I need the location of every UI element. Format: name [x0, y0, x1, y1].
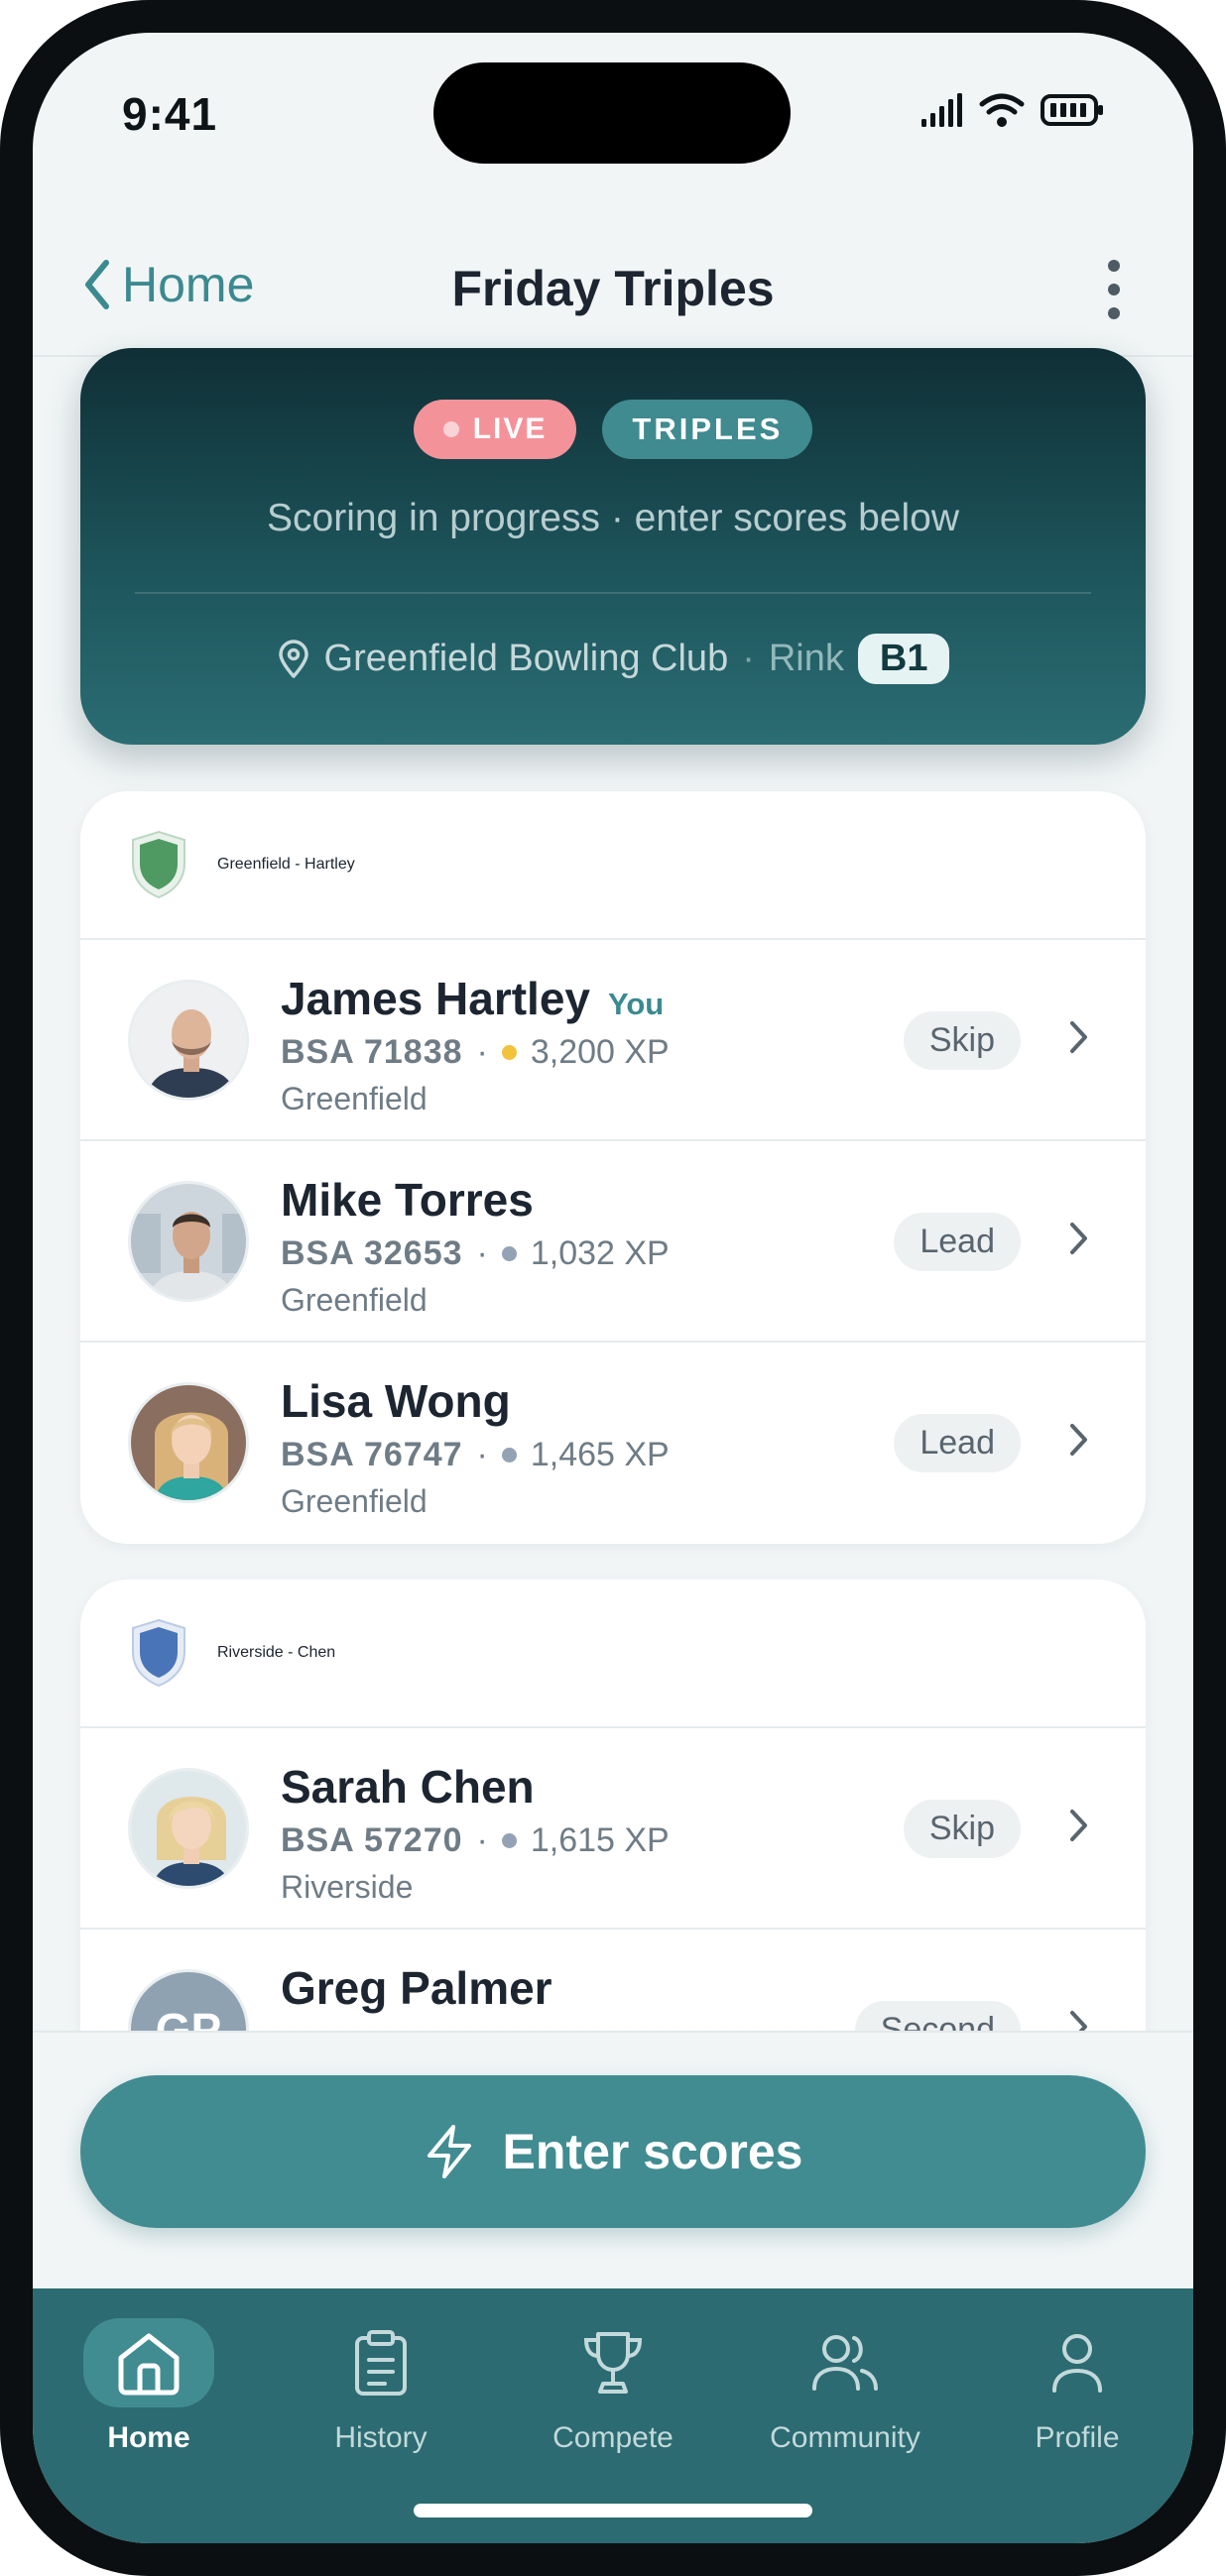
tab-home[interactable]: Home	[50, 2318, 248, 2455]
role-badge: Lead	[894, 1213, 1021, 1271]
player-meta: BSA 76747 · 1,465 XP	[281, 1436, 670, 1473]
more-options-icon[interactable]	[1104, 260, 1124, 319]
live-dot-icon	[442, 421, 459, 437]
player-row[interactable]: Lisa Wong BSA 76747 · 1,465 XP Greenfiel…	[80, 1343, 1146, 1544]
player-club: Riverside	[281, 1869, 414, 1905]
tab-compete[interactable]: Compete	[514, 2318, 712, 2455]
home-icon	[118, 2333, 180, 2396]
player-meta: BSA 71838 · 3,200 XP	[281, 1033, 670, 1071]
player-club: Greenfield	[281, 1081, 428, 1116]
screen: 9:41 Home Friday Triples LIVE TRIPLES Sc…	[33, 33, 1193, 2543]
you-tag: You	[607, 987, 665, 1021]
xp-dot-icon	[501, 1246, 517, 1261]
home-indicator	[414, 2504, 812, 2517]
chevron-right-icon	[1070, 1424, 1087, 1456]
xp-value: 3,200 XP	[530, 1033, 670, 1071]
player-name: Greg Palmer	[281, 1962, 552, 2014]
player-club: Greenfield	[281, 1282, 428, 1318]
team-card: Greenfield - Hartley James Hartley You B…	[80, 791, 1146, 1544]
player-name-row: Sarah Chen	[281, 1760, 535, 1814]
live-badge: LIVE	[413, 400, 577, 459]
dynamic-island	[433, 62, 791, 164]
status-icons	[920, 92, 1104, 128]
venue-row: Greenfield Bowling Club · Rink B1	[80, 634, 1146, 684]
users-icon	[812, 2335, 878, 2391]
wifi-icon	[979, 93, 1025, 127]
bsa-number: BSA 57270	[281, 1821, 463, 1859]
player-name: Lisa Wong	[281, 1375, 511, 1427]
player-row[interactable]: James Hartley You BSA 71838 · 3,200 XP G…	[80, 940, 1146, 1141]
signal-icon	[921, 93, 962, 127]
bsa-number: BSA 32653	[281, 1234, 463, 1272]
team-card: Riverside - Chen Sarah Chen BSA 57270 ·	[80, 1580, 1146, 2095]
phone-frame: 9:41 Home Friday Triples LIVE TRIPLES Sc…	[0, 0, 1226, 2576]
avatar	[128, 1768, 249, 1889]
navigation-bar: Home Friday Triples	[33, 226, 1193, 357]
tab-label: Community	[770, 2421, 920, 2454]
player-name: Sarah Chen	[281, 1761, 535, 1813]
avatar	[128, 980, 249, 1101]
player-row[interactable]: Mike Torres BSA 32653 · 1,032 XP Greenfi…	[80, 1141, 1146, 1343]
player-name: Mike Torres	[281, 1174, 534, 1226]
bsa-number: BSA 76747	[281, 1436, 463, 1473]
player-name: James Hartley	[281, 973, 590, 1024]
player-name-row: James Hartley You	[281, 972, 664, 1025]
player-meta: BSA 57270 · 1,615 XP	[281, 1821, 670, 1859]
player-name-row: Mike Torres	[281, 1173, 534, 1227]
format-badge: TRIPLES	[602, 400, 813, 459]
shield-icon	[132, 1618, 185, 1688]
action-area: Enter scores	[33, 2031, 1193, 2288]
xp-value: 1,465 XP	[530, 1436, 670, 1473]
page-title: Friday Triples	[451, 261, 775, 316]
live-label: LIVE	[472, 412, 548, 445]
trophy-icon	[583, 2332, 643, 2394]
enter-scores-button[interactable]: Enter scores	[80, 2075, 1146, 2228]
location-pin-icon	[278, 639, 308, 678]
tab-label: Compete	[552, 2421, 674, 2454]
match-status-card: LIVE TRIPLES Scoring in progress · enter…	[80, 348, 1146, 745]
match-status-text: Scoring in progress · enter scores below	[267, 497, 959, 539]
xp-value: 1,615 XP	[530, 1821, 670, 1859]
team-name: Greenfield - Hartley	[217, 856, 355, 873]
team-header: Riverside - Chen	[80, 1580, 1146, 1728]
player-name-row: Greg Palmer	[281, 1961, 552, 2015]
rink-badge: B1	[857, 634, 950, 684]
role-badge: Skip	[903, 1800, 1021, 1858]
xp-dot-icon	[501, 1448, 517, 1463]
clipboard-icon	[355, 2330, 407, 2396]
status-time: 9:41	[122, 88, 218, 140]
tab-community[interactable]: Community	[746, 2318, 944, 2455]
xp-dot-icon	[501, 1045, 517, 1060]
rink-label: Rink	[768, 638, 844, 679]
separator: ·	[742, 638, 755, 679]
tab-profile[interactable]: Profile	[978, 2318, 1176, 2455]
shield-icon	[132, 830, 185, 899]
lightning-icon	[427, 2125, 471, 2178]
chevron-right-icon	[1070, 1223, 1087, 1254]
avatar	[128, 1181, 249, 1302]
player-row[interactable]: Sarah Chen BSA 57270 · 1,615 XP Riversid…	[80, 1728, 1146, 1930]
divider	[135, 592, 1091, 594]
battery-icon	[1041, 94, 1103, 126]
xp-value: 1,032 XP	[530, 1234, 670, 1272]
tab-label: History	[334, 2421, 428, 2454]
avatar	[128, 1382, 249, 1503]
chevron-right-icon	[1070, 1021, 1087, 1053]
team-name: Riverside - Chen	[217, 1644, 336, 1661]
venue-name: Greenfield Bowling Club	[323, 638, 729, 679]
team-header: Greenfield - Hartley	[80, 791, 1146, 940]
player-meta: BSA 32653 · 1,032 XP	[281, 1234, 670, 1272]
tab-label: Home	[107, 2421, 190, 2454]
xp-dot-icon	[501, 1833, 517, 1848]
chevron-right-icon	[1070, 1810, 1087, 1841]
player-club: Greenfield	[281, 1483, 428, 1519]
player-name-row: Lisa Wong	[281, 1374, 511, 1428]
role-badge: Skip	[903, 1011, 1021, 1070]
bsa-number: BSA 71838	[281, 1033, 463, 1071]
user-icon	[1052, 2334, 1102, 2393]
role-badge: Lead	[894, 1414, 1021, 1472]
enter-scores-label: Enter scores	[502, 2124, 803, 2179]
tab-label: Profile	[1035, 2421, 1120, 2454]
tab-history[interactable]: History	[282, 2318, 480, 2455]
